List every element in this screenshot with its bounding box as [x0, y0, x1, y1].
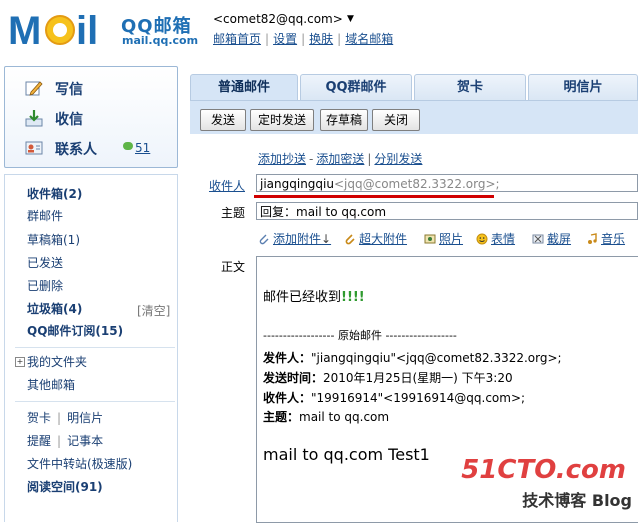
- contacts-count[interactable]: 51: [135, 141, 150, 155]
- recipient-email: <jqq@comet82.3322.org>;: [333, 177, 500, 191]
- smiley-icon: [476, 233, 488, 245]
- separator: |: [337, 32, 342, 46]
- send-button[interactable]: 发送: [200, 109, 246, 131]
- folder-spam[interactable]: 垃圾箱(4): [27, 300, 82, 317]
- separator: |: [57, 411, 62, 425]
- folder-deleted[interactable]: 已删除: [27, 277, 63, 294]
- music-link[interactable]: 音乐: [586, 230, 625, 247]
- clear-spam-link[interactable]: [清空]: [137, 302, 170, 319]
- chat-bubble-icon: [123, 142, 133, 150]
- original-subject: 主题：mail to qq.com: [263, 410, 390, 424]
- folder-group-mail[interactable]: 群邮件: [27, 207, 63, 224]
- cc-links: 添加抄送 - 添加密送 | 分别发送: [258, 150, 422, 167]
- body-label: 正文: [220, 260, 245, 274]
- watermark-site: 51CTO.com: [461, 455, 626, 485]
- add-bcc-link[interactable]: 添加密送: [316, 152, 364, 166]
- divider: [15, 347, 175, 348]
- folder-subscriptions[interactable]: QQ邮件订阅(15): [27, 322, 123, 339]
- subject-field[interactable]: 回复：mail to qq.com: [256, 202, 638, 220]
- sidebar: 写信 收信 联系人 51 收件箱(2) 群邮件 草稿箱(1) 已发送 已删除 垃…: [4, 66, 178, 522]
- attachment-bar: 添加附件↓ 超大附件 照片 表情 截屏 音乐: [256, 230, 638, 248]
- close-button[interactable]: 关闭: [372, 109, 420, 131]
- pencil-icon: [25, 81, 43, 96]
- link-notebook[interactable]: 记事本: [67, 434, 103, 448]
- scissors-icon: [532, 234, 544, 244]
- subject-label: 主题: [220, 206, 245, 220]
- reading-space-link[interactable]: 阅读空间(91): [27, 478, 103, 495]
- separator: |: [57, 434, 62, 448]
- file-transfer-link[interactable]: 文件中转站(极速版): [27, 455, 132, 472]
- brand-url: mail.qq.com: [122, 34, 199, 47]
- separator: |: [367, 152, 372, 166]
- compose-panel: 普通邮件 QQ群邮件 贺卡 明信片 发送 定时发送 存草稿 关闭 添加抄送 - 添加…: [190, 74, 638, 523]
- watermark: 51CTO.com 技术博客 Blog: [461, 455, 638, 521]
- tab-postcard[interactable]: 明信片: [528, 74, 638, 101]
- separator: |: [301, 32, 306, 46]
- photo-icon: [424, 234, 436, 244]
- link-mail-home[interactable]: 邮箱首页: [213, 32, 261, 46]
- original-time: 发送时间：2010年1月25日(星期一) 下午3:20: [263, 371, 513, 385]
- chevron-down-icon[interactable]: ▼: [347, 14, 354, 24]
- highlight-underline: [254, 195, 494, 198]
- note-links: 提醒 | 记事本: [27, 432, 103, 449]
- other-mailboxes[interactable]: 其他邮箱: [27, 376, 75, 393]
- folder-inbox[interactable]: 收件箱(2): [27, 185, 82, 202]
- download-icon: [25, 110, 43, 127]
- compose-tabs: 普通邮件 QQ群邮件 贺卡 明信片: [190, 74, 638, 101]
- tab-greeting-card[interactable]: 贺卡: [414, 74, 526, 101]
- link-reminder[interactable]: 提醒: [27, 434, 51, 448]
- link-greeting-card[interactable]: 贺卡: [27, 411, 51, 425]
- folder-drafts[interactable]: 草稿箱(1): [27, 231, 80, 248]
- header: M il QQ邮箱 mail.qq.com <comet82@qq.com> ▼…: [0, 0, 638, 62]
- watermark-blog: 技术博客 Blog: [522, 491, 632, 510]
- to-field[interactable]: jiangqingqiu<jqq@comet82.3322.org>;: [256, 174, 638, 192]
- folder-list: 收件箱(2) 群邮件 草稿箱(1) 已发送 已删除 垃圾箱(4) [清空] QQ…: [4, 174, 178, 522]
- link-domain-mail[interactable]: 域名邮箱: [345, 32, 393, 46]
- user-email: <comet82@qq.com>: [213, 12, 343, 26]
- compose-toolbar: 发送 定时发送 存草稿 关闭: [190, 100, 638, 135]
- photo-link[interactable]: 照片: [424, 230, 463, 247]
- separator: |: [265, 32, 270, 46]
- link-settings[interactable]: 设置: [273, 32, 297, 46]
- to-label[interactable]: 收件人: [190, 177, 245, 194]
- link-skin[interactable]: 换肤: [309, 32, 333, 46]
- body-main-text: mail to qq.com Test1: [263, 445, 430, 464]
- sidebar-actions: 写信 收信 联系人 51: [4, 66, 178, 168]
- recipient-name: jiangqingqiu: [260, 177, 334, 191]
- chevron-down-icon[interactable]: ↓: [321, 232, 331, 246]
- link-postcard[interactable]: 明信片: [67, 411, 103, 425]
- save-draft-button[interactable]: 存草稿: [320, 109, 368, 131]
- add-attachment-link[interactable]: 添加附件↓: [258, 230, 331, 247]
- separate-send-link[interactable]: 分别发送: [374, 152, 422, 166]
- folder-sent[interactable]: 已发送: [27, 254, 63, 271]
- body-first-line: 邮件已经收到!!!!: [263, 290, 365, 305]
- screenshot-link[interactable]: 截屏: [532, 230, 571, 247]
- add-cc-link[interactable]: 添加抄送: [258, 152, 306, 166]
- card-links: 贺卡 | 明信片: [27, 409, 103, 426]
- large-attachment-link[interactable]: 超大附件: [344, 230, 407, 247]
- music-note-icon: [588, 233, 597, 244]
- qq-mail-logo[interactable]: M il: [8, 6, 120, 52]
- original-from: 发件人："jiangqingqiu"<jqq@comet82.3322.org>…: [263, 351, 562, 365]
- original-to: 收件人："19916914"<19916914@qq.com>;: [263, 391, 526, 405]
- emoji-link[interactable]: 表情: [476, 230, 515, 247]
- separator: -: [309, 152, 314, 166]
- timed-send-button[interactable]: 定时发送: [250, 109, 314, 131]
- original-mail-divider: ------------------ 原始邮件 ----------------…: [263, 329, 457, 342]
- paperclip-icon: [259, 234, 269, 245]
- svg-text:il: il: [76, 9, 98, 52]
- svg-text:M: M: [8, 9, 41, 52]
- tab-normal-mail[interactable]: 普通邮件: [190, 74, 298, 101]
- top-nav: 邮箱首页 | 设置 | 换肤 | 域名邮箱: [213, 30, 393, 47]
- large-paperclip-icon: [345, 234, 355, 245]
- my-folders[interactable]: 我的文件夹: [27, 353, 87, 370]
- contacts-card-icon: [25, 141, 43, 155]
- expand-plus-icon[interactable]: +: [15, 357, 25, 367]
- tab-qq-group-mail[interactable]: QQ群邮件: [300, 74, 412, 101]
- divider: [15, 401, 175, 402]
